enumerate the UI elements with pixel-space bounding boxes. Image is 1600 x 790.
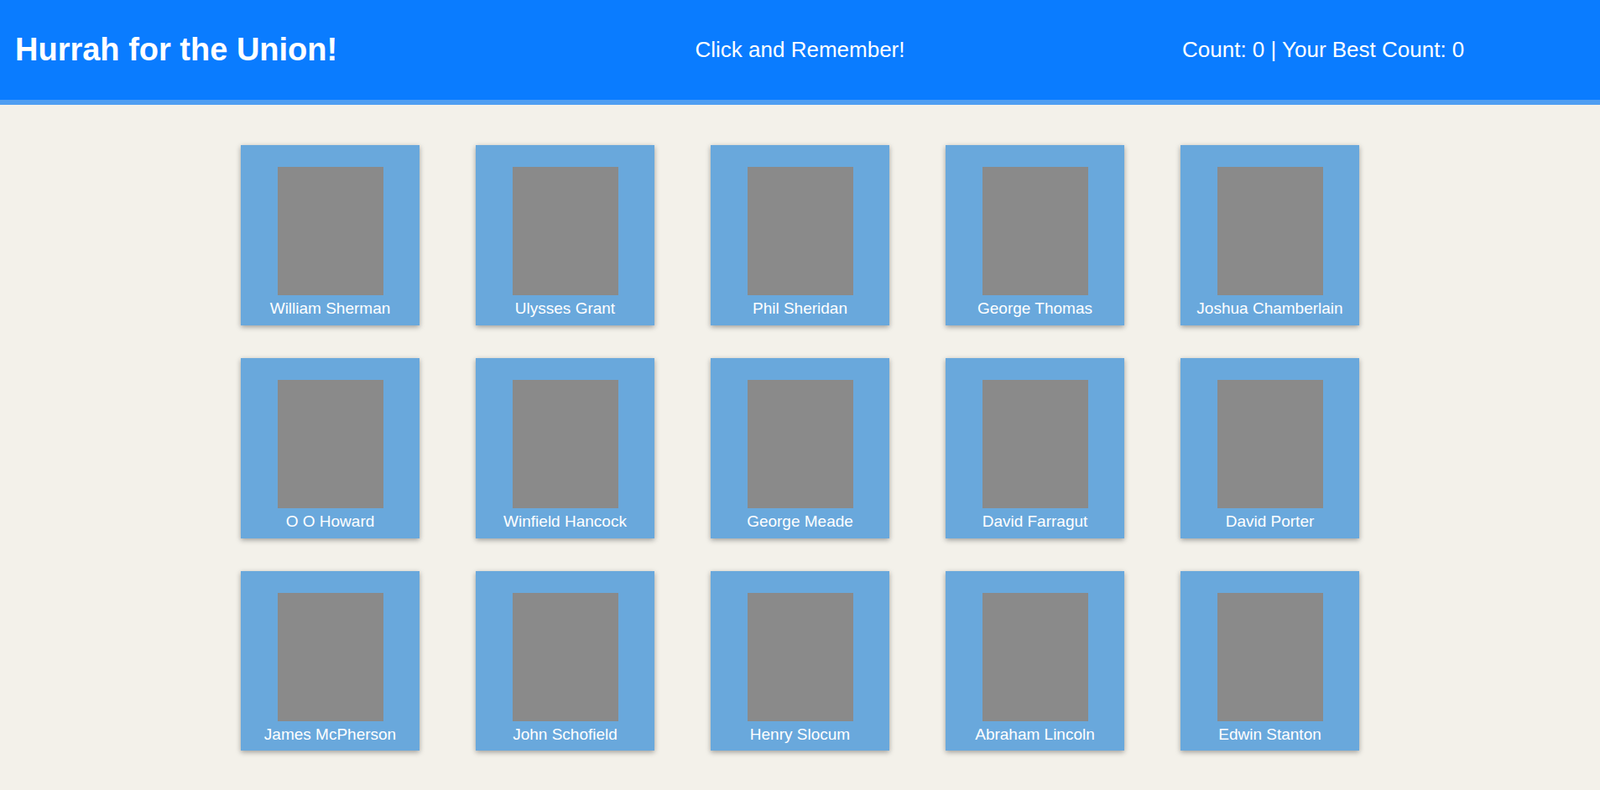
portrait bbox=[1217, 593, 1324, 722]
card-name: John Schofield bbox=[509, 724, 621, 746]
card-name: George Thomas bbox=[974, 298, 1096, 319]
card[interactable]: O O Howard bbox=[240, 358, 420, 539]
title: Hurrah for the Union! bbox=[15, 30, 539, 71]
card-name: David Farragut bbox=[979, 511, 1092, 532]
card-name: George Meade bbox=[743, 511, 857, 532]
card-name: William Sherman bbox=[266, 298, 395, 319]
card-name: James McPherson bbox=[260, 724, 400, 746]
card[interactable]: Edwin Stanton bbox=[1180, 571, 1360, 752]
portrait bbox=[512, 593, 619, 722]
portrait bbox=[512, 380, 619, 509]
card[interactable]: James McPherson bbox=[240, 571, 420, 752]
card-name: Joshua Chamberlain bbox=[1193, 298, 1346, 319]
card[interactable]: Henry Slocum bbox=[710, 571, 890, 752]
portrait bbox=[1217, 166, 1324, 296]
portrait bbox=[747, 380, 854, 509]
card-name: David Porter bbox=[1222, 511, 1319, 532]
portrait bbox=[277, 166, 384, 296]
portrait bbox=[277, 380, 384, 509]
card[interactable]: George Meade bbox=[710, 358, 890, 539]
card-name: Winfield Hancock bbox=[500, 511, 631, 532]
card-grid: William Sherman Ulysses Grant Phil Sherida… bbox=[240, 145, 1360, 774]
card-name: Phil Sheridan bbox=[749, 298, 851, 319]
portrait bbox=[277, 593, 384, 722]
card[interactable]: David Porter bbox=[1180, 358, 1360, 539]
card-name: Henry Slocum bbox=[746, 724, 854, 746]
card[interactable]: Abraham Lincoln bbox=[945, 571, 1125, 752]
subtitle: Click and Remember! bbox=[538, 33, 1063, 67]
portrait bbox=[982, 380, 1089, 509]
portrait bbox=[982, 593, 1089, 722]
card[interactable]: Ulysses Grant bbox=[475, 145, 655, 326]
card[interactable]: Winfield Hancock bbox=[475, 358, 655, 539]
card[interactable]: John Schofield bbox=[475, 571, 655, 752]
card[interactable]: Phil Sheridan bbox=[710, 145, 890, 326]
card[interactable]: Joshua Chamberlain bbox=[1180, 145, 1360, 326]
score: Count: 0 | Your Best Count: 0 bbox=[1061, 33, 1585, 67]
card-name: Ulysses Grant bbox=[511, 298, 619, 319]
card[interactable]: William Sherman bbox=[240, 145, 420, 326]
portrait bbox=[1217, 380, 1324, 509]
card[interactable]: George Thomas bbox=[945, 145, 1125, 326]
card-name: Edwin Stanton bbox=[1214, 724, 1325, 746]
portrait bbox=[747, 593, 854, 722]
portrait bbox=[982, 166, 1089, 296]
portrait bbox=[512, 166, 619, 296]
card[interactable]: David Farragut bbox=[945, 358, 1125, 539]
card-name: O O Howard bbox=[282, 511, 379, 532]
portrait bbox=[747, 166, 854, 296]
app: Hurrah for the Union!Click and Remember!… bbox=[0, 0, 1600, 790]
header: Hurrah for the Union!Click and Remember!… bbox=[0, 0, 1600, 105]
card-name: Abraham Lincoln bbox=[971, 724, 1099, 746]
map-background: William Sherman Ulysses Grant Phil Sherida… bbox=[0, 104, 1600, 790]
